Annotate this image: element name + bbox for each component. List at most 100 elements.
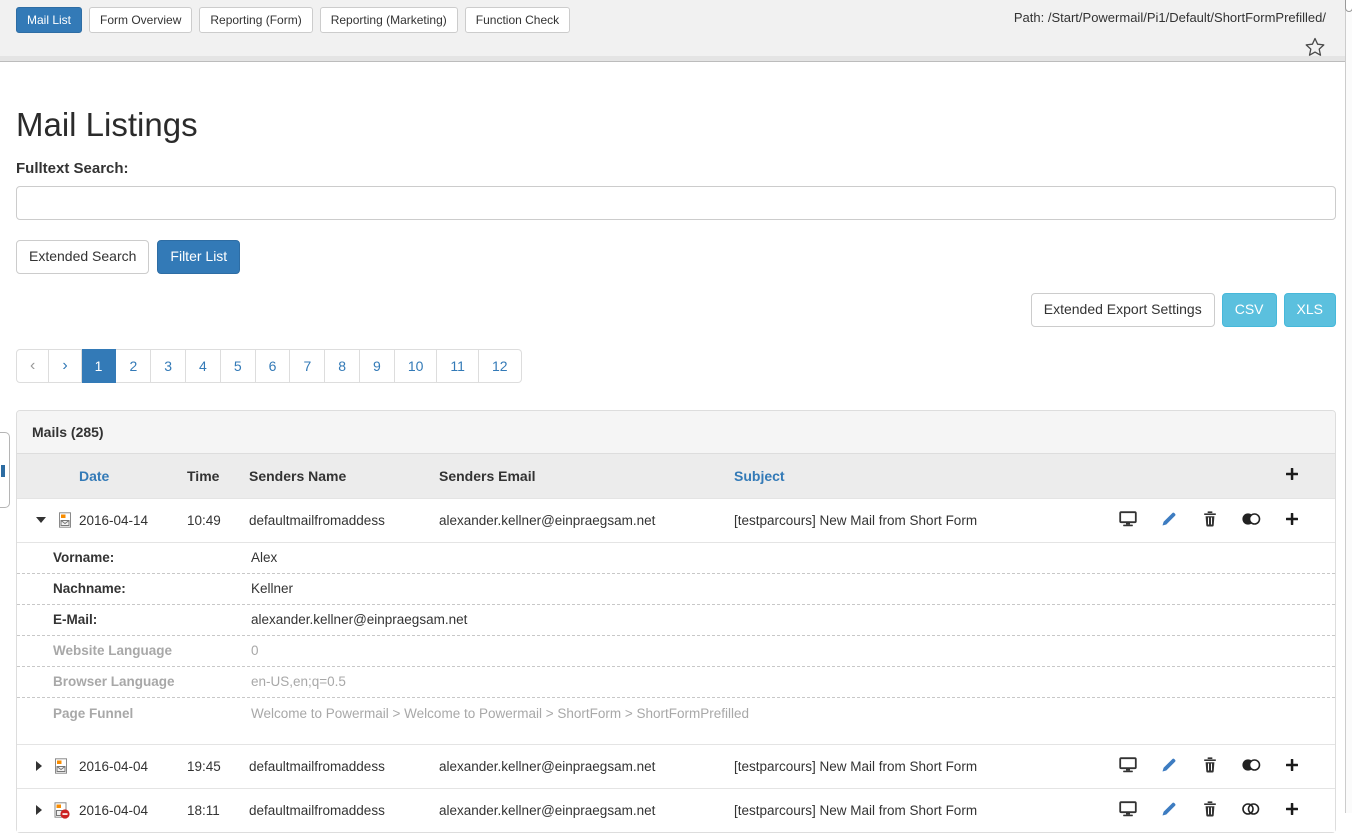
pagination-page-2[interactable]: 2 (116, 349, 151, 383)
edit-mail-button[interactable] (1148, 801, 1189, 820)
pagination: ‹ › 1 2 3 4 5 6 7 8 9 10 11 12 (16, 349, 522, 383)
nav-collapse-handle-icon (1, 465, 5, 477)
pagination-page-8[interactable]: 8 (325, 349, 360, 383)
collapse-row-caret-icon[interactable] (36, 517, 46, 523)
column-header-time: Time (187, 468, 249, 484)
detail-value: Alex (251, 550, 1335, 565)
pagination-page-5[interactable]: 5 (221, 349, 256, 383)
detail-row-vorname: Vorname: Alex (17, 543, 1335, 574)
page-path: Path: /Start/Powermail/Pi1/Default/Short… (1014, 10, 1326, 25)
delete-mail-button[interactable] (1189, 511, 1230, 530)
view-mail-button[interactable] (1107, 757, 1148, 776)
display-icon (1119, 757, 1137, 776)
mail-record-icon (53, 758, 69, 774)
detail-value: Kellner (251, 581, 1335, 596)
detail-label: Browser Language (53, 674, 251, 689)
mail-sender-email: alexander.kellner@einpraegsam.net (439, 513, 734, 528)
new-mail-button[interactable] (1271, 801, 1312, 820)
pagination-page-4[interactable]: 4 (186, 349, 221, 383)
extended-export-settings-button[interactable]: Extended Export Settings (1031, 293, 1215, 327)
column-header-subject[interactable]: Subject (734, 468, 1095, 484)
detail-label: E-Mail: (53, 612, 251, 627)
xls-export-button[interactable]: XLS (1284, 293, 1336, 327)
detail-value: 0 (251, 643, 1335, 658)
nav-collapse-handle[interactable] (0, 432, 10, 508)
add-icon (1285, 512, 1299, 529)
pagination-prev[interactable]: ‹ (16, 349, 49, 383)
display-icon (1119, 801, 1137, 820)
tab-mail-list[interactable]: Mail List (16, 7, 82, 33)
edit-mail-button[interactable] (1148, 511, 1189, 530)
detail-label: Website Language (53, 643, 251, 658)
mails-panel-title: Mails (285) (17, 411, 1335, 454)
mail-record-icon (57, 512, 73, 528)
pagination-page-10[interactable]: 10 (395, 349, 438, 383)
pagination-page-12[interactable]: 12 (479, 349, 522, 383)
pagination-page-9[interactable]: 9 (360, 349, 395, 383)
view-mail-button[interactable] (1107, 801, 1148, 820)
edit-icon (1161, 511, 1177, 530)
delete-mail-button[interactable] (1189, 801, 1230, 820)
expand-row-caret-icon[interactable] (36, 805, 42, 815)
delete-mail-button[interactable] (1189, 757, 1230, 776)
edit-mail-button[interactable] (1148, 757, 1189, 776)
tab-function-check[interactable]: Function Check (465, 7, 570, 33)
mail-subject: [testparcours] New Mail from Short Form (734, 803, 1095, 818)
csv-export-button[interactable]: CSV (1222, 293, 1277, 327)
tab-reporting-marketing[interactable]: Reporting (Marketing) (320, 7, 458, 33)
export-buttons-row: Extended Export Settings CSV XLS (16, 293, 1336, 327)
tab-form-overview[interactable]: Form Overview (89, 7, 192, 33)
tab-reporting-form[interactable]: Reporting (Form) (199, 7, 312, 33)
mail-sender-name: defaultmailfromaddess (249, 513, 439, 528)
hide-toggle-icon (1240, 757, 1262, 776)
mail-record-hidden-icon (53, 802, 69, 818)
detail-value: alexander.kellner@einpraegsam.net (251, 612, 1335, 627)
view-mail-button[interactable] (1107, 511, 1148, 530)
module-tabs: Mail List Form Overview Reporting (Form)… (16, 7, 570, 33)
page-title: Mail Listings (16, 106, 1336, 144)
pagination-page-7[interactable]: 7 (290, 349, 325, 383)
pagination-next[interactable]: › (49, 349, 81, 383)
delete-icon (1203, 757, 1217, 776)
hide-mail-toggle[interactable] (1230, 757, 1271, 776)
mail-time: 18:11 (187, 803, 249, 818)
add-mail-button[interactable] (1271, 467, 1312, 484)
expand-row-caret-icon[interactable] (36, 761, 42, 771)
column-header-date[interactable]: Date (79, 468, 187, 484)
detail-value: Welcome to Powermail > Welcome to Powerm… (251, 706, 1335, 721)
delete-icon (1203, 511, 1217, 530)
pagination-page-6[interactable]: 6 (256, 349, 291, 383)
mail-sender-name: defaultmailfromaddess (249, 803, 439, 818)
detail-row-nachname: Nachname: Kellner (17, 574, 1335, 605)
fulltext-search-label: Fulltext Search: (16, 160, 1336, 177)
scrollbar-thumb[interactable] (1345, 0, 1352, 12)
detail-row-page-funnel: Page Funnel Welcome to Powermail > Welco… (17, 698, 1335, 729)
mail-date: 2016-04-04 (79, 759, 187, 774)
extended-search-button[interactable]: Extended Search (16, 240, 149, 274)
add-icon (1285, 802, 1299, 819)
new-mail-button[interactable] (1271, 757, 1312, 776)
bookmark-button[interactable] (1305, 37, 1325, 57)
pagination-page-1[interactable]: 1 (82, 349, 117, 383)
pagination-page-3[interactable]: 3 (151, 349, 186, 383)
unhide-mail-toggle[interactable] (1230, 801, 1271, 820)
table-row: 2016-04-04 18:11 defaultmailfromaddess a… (17, 788, 1335, 832)
edit-icon (1161, 757, 1177, 776)
vertical-scrollbar[interactable] (1345, 0, 1352, 813)
add-icon (1285, 467, 1299, 484)
fulltext-search-input[interactable] (16, 186, 1336, 220)
mail-sender-email: alexander.kellner@einpraegsam.net (439, 803, 734, 818)
delete-icon (1203, 801, 1217, 820)
hide-mail-toggle[interactable] (1230, 511, 1271, 530)
mail-time: 10:49 (187, 513, 249, 528)
mails-panel: Mails (285) Date Time Senders Name Sende… (16, 410, 1336, 833)
main-content: Mail Listings Fulltext Search: Extended … (0, 106, 1352, 833)
new-mail-button[interactable] (1271, 511, 1312, 530)
mail-date: 2016-04-04 (79, 803, 187, 818)
filter-buttons-row: Extended Search Filter List (16, 240, 1336, 274)
doc-header: Mail List Form Overview Reporting (Form)… (0, 0, 1352, 62)
pagination-page-11[interactable]: 11 (437, 349, 479, 383)
filter-list-button[interactable]: Filter List (157, 240, 240, 274)
hide-toggle-icon (1240, 511, 1262, 530)
add-icon (1285, 758, 1299, 775)
